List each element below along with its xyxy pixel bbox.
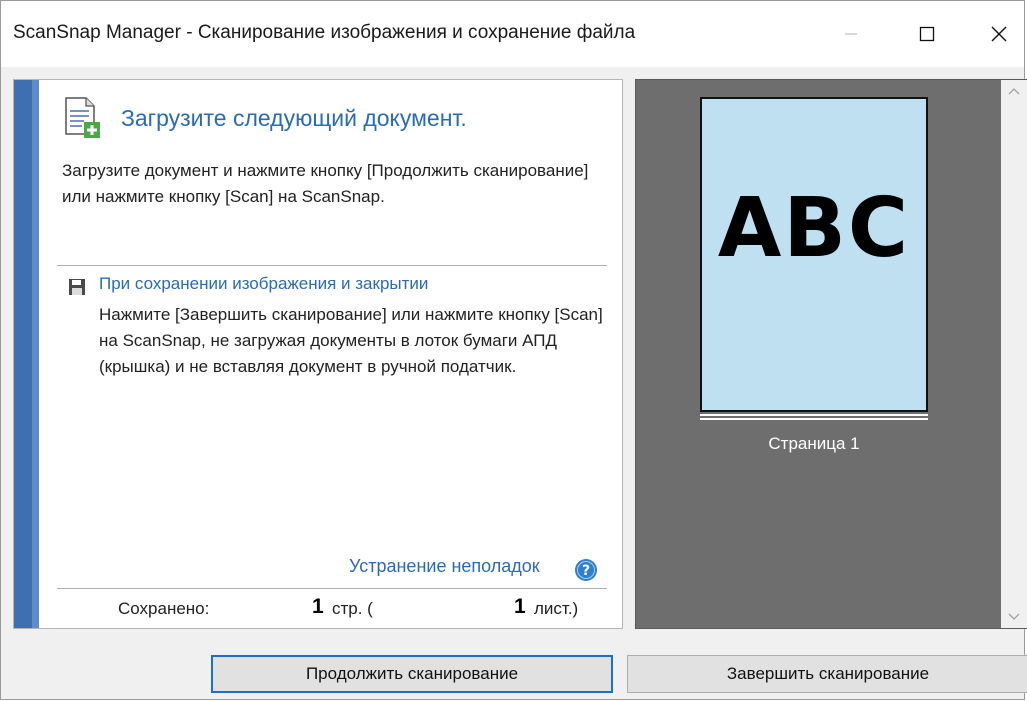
chevron-up-icon bbox=[1008, 88, 1020, 95]
document-add-icon bbox=[65, 97, 100, 138]
page-thumbnail-text: ABC bbox=[717, 181, 911, 276]
chevron-down-icon bbox=[1008, 613, 1020, 620]
maximize-button[interactable] bbox=[907, 15, 947, 53]
scansnap-manager-window: ScanSnap Manager - Сканирование изображе… bbox=[0, 0, 1027, 700]
page-thumbnail[interactable]: ABC bbox=[700, 97, 928, 412]
instruction-panel: Загрузите следующий документ. Загрузите … bbox=[13, 79, 623, 629]
saved-label: Сохранено: bbox=[118, 599, 210, 618]
page-stack-line bbox=[700, 414, 928, 416]
troubleshooting-link[interactable]: Устранение неполадок bbox=[349, 556, 540, 577]
close-button[interactable] bbox=[979, 15, 1019, 53]
title-bar: ScanSnap Manager - Сканирование изображе… bbox=[1, 1, 1024, 67]
scroll-down-arrow[interactable] bbox=[1007, 610, 1021, 624]
help-icon[interactable]: ? bbox=[574, 558, 598, 582]
saved-sheets-unit: лист.) bbox=[534, 599, 579, 618]
save-section-description: Нажмите [Завершить сканирование] или наж… bbox=[99, 305, 603, 376]
minimize-button[interactable] bbox=[831, 15, 871, 53]
accent-bar bbox=[14, 80, 39, 628]
floppy-disk-icon bbox=[69, 279, 85, 295]
minimize-icon bbox=[845, 33, 857, 35]
saved-pages-unit: стр. ( bbox=[332, 599, 373, 618]
continue-scanning-button[interactable]: Продолжить сканирование bbox=[211, 655, 613, 693]
status-divider bbox=[57, 588, 607, 589]
instruction-heading: Загрузите следующий документ. bbox=[121, 105, 467, 131]
saved-pages-count: 1 bbox=[312, 595, 324, 618]
page-stack-line bbox=[700, 418, 928, 420]
window-title: ScanSnap Manager - Сканирование изображе… bbox=[13, 22, 636, 43]
saved-sheets-count: 1 bbox=[514, 595, 526, 618]
save-section-heading: При сохранении изображения и закрытии bbox=[99, 274, 429, 293]
svg-text:?: ? bbox=[582, 563, 590, 579]
section-divider bbox=[57, 265, 607, 266]
maximize-icon bbox=[919, 26, 935, 42]
scroll-up-arrow[interactable] bbox=[1007, 84, 1021, 98]
page-caption: Страница 1 bbox=[768, 434, 860, 453]
close-icon bbox=[991, 26, 1007, 42]
finish-scanning-button[interactable]: Завершить сканирование bbox=[627, 655, 1027, 693]
preview-scrollbar[interactable] bbox=[1001, 80, 1027, 628]
instruction-description: Загрузите документ и нажмите кнопку [Про… bbox=[62, 161, 589, 206]
preview-panel[interactable]: ABC Страница 1 bbox=[635, 79, 1027, 629]
